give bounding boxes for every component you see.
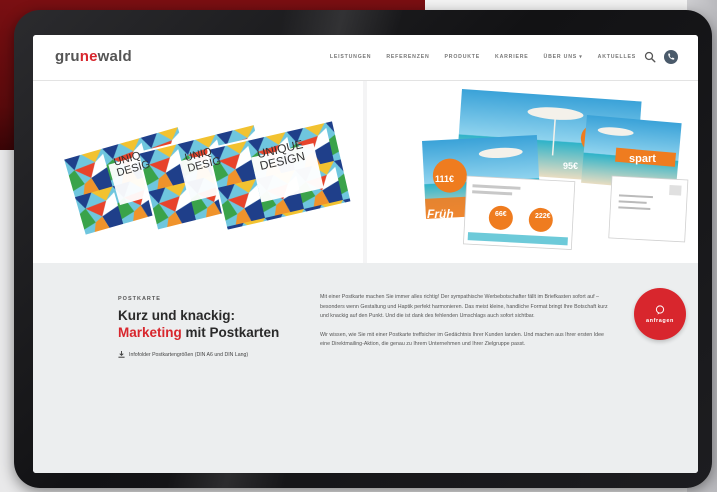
beach-postcards-illustration xyxy=(422,89,689,250)
price-badge-4: 222€ xyxy=(535,213,551,220)
content-section: POSTKARTE Kurz und knackig: Marketing mi… xyxy=(33,263,698,473)
price-badge-3: 66€ xyxy=(495,211,507,218)
logo-text-start: gru xyxy=(55,48,80,65)
nav-item-produkte[interactable]: PRODUKTE xyxy=(445,54,481,60)
hero-image-postcards-design: UNIQ DESIG UNIQ DESIG UNIQUE DESIGN xyxy=(33,81,363,263)
nav-item-ueber-uns[interactable]: ÜBER UNS ▾ xyxy=(544,54,583,60)
download-icon xyxy=(118,351,125,358)
inquiry-button[interactable]: anfragen xyxy=(634,288,686,340)
main-nav: LEISTUNGEN REFERENZEN PRODUKTE KARRIERE … xyxy=(315,54,636,60)
headline-highlight: Marketing xyxy=(118,325,182,340)
logo-text-accent: ne xyxy=(79,48,98,65)
headline-line-2: Marketing mit Postkarten xyxy=(118,324,279,341)
headline-line-1: Kurz und knackig: xyxy=(118,308,236,323)
banner-word-frueh: Früh xyxy=(427,207,454,221)
logo-text-end: wald xyxy=(97,48,132,65)
nav-item-karriere[interactable]: KARRIERE xyxy=(495,54,529,60)
download-link[interactable]: Infofolder Postkartengrößen (DIN A6 und … xyxy=(118,351,248,358)
site-logo[interactable]: grunewald xyxy=(55,48,132,65)
nav-item-referenzen[interactable]: REFERENZEN xyxy=(386,54,429,60)
site-header: grunewald LEISTUNGEN REFERENZEN PRODUKTE… xyxy=(33,35,698,81)
body-paragraph-1: Mit einer Postkarte machen Sie immer all… xyxy=(320,294,608,319)
section-body: Mit einer Postkarte machen Sie immer all… xyxy=(320,293,610,359)
download-label: Infofolder Postkartengrößen (DIN A6 und … xyxy=(129,351,249,358)
body-paragraph-2: Wir wissen, wie Sie mit einer Postkarte … xyxy=(320,331,605,348)
banner-word-spart: spart xyxy=(629,153,656,165)
inquiry-button-label: anfragen xyxy=(645,317,675,324)
nav-item-aktuelles[interactable]: AKTUELLES xyxy=(598,54,636,60)
phone-icon[interactable] xyxy=(664,50,678,64)
hero-image-postcards-beach: 95€ 111€ 66€ 222€ Früh spart xyxy=(367,81,698,263)
price-badge-1: 95€ xyxy=(563,161,579,171)
headline-rest: mit Postkarten xyxy=(181,325,280,340)
tablet-screen: grunewald LEISTUNGEN REFERENZEN PRODUKTE… xyxy=(33,35,698,473)
search-icon[interactable] xyxy=(644,51,656,63)
section-headline: Kurz und knackig: Marketing mit Postkart… xyxy=(118,307,279,341)
price-badge-2: 111€ xyxy=(435,174,455,184)
chat-icon xyxy=(655,304,665,315)
nav-item-leistungen[interactable]: LEISTUNGEN xyxy=(330,54,371,60)
section-eyebrow: POSTKARTE xyxy=(118,296,161,302)
